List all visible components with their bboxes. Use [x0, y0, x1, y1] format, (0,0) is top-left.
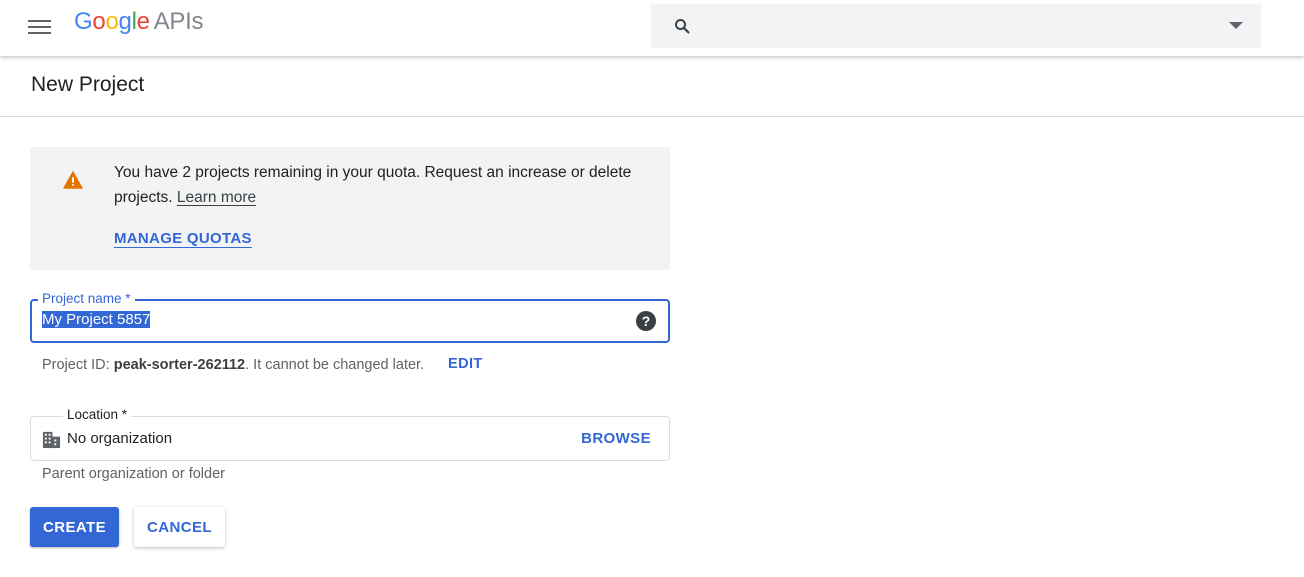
dropdown-arrow-icon[interactable]: [1229, 22, 1243, 29]
project-id-text: Project ID: peak-sorter-262112. It canno…: [42, 357, 425, 373]
help-icon[interactable]: ?: [636, 311, 656, 331]
location-value: No organization: [67, 430, 173, 447]
project-name-input[interactable]: My Project 5857: [42, 311, 151, 328]
warning-icon: [63, 171, 83, 189]
page-title: New Project: [31, 73, 145, 96]
page-header: New Project: [0, 56, 1304, 117]
location-helper-text: Parent organization or folder: [42, 466, 225, 482]
project-name-label: Project name *: [38, 291, 135, 306]
edit-project-id-link[interactable]: EDIT: [448, 356, 483, 372]
quota-message: You have 2 projects remaining in your qu…: [114, 164, 632, 206]
location-label: Location *: [63, 407, 132, 422]
cancel-button[interactable]: CANCEL: [134, 507, 225, 547]
search-bar[interactable]: [651, 4, 1261, 48]
search-input[interactable]: [703, 14, 1203, 38]
create-button[interactable]: CREATE: [30, 507, 119, 547]
search-icon: [675, 19, 690, 34]
quota-notice: You have 2 projects remaining in your qu…: [30, 147, 670, 270]
project-id-value: peak-sorter-262112: [113, 357, 246, 373]
project-name-field[interactable]: Project name * My Project 5857 ?: [30, 291, 670, 343]
manage-quotas-link[interactable]: MANAGE QUOTAS: [114, 230, 252, 247]
hamburger-menu-icon[interactable]: [22, 12, 56, 40]
location-field[interactable]: Location * No organization BROWSE: [30, 407, 670, 461]
learn-more-link[interactable]: Learn more: [177, 189, 256, 206]
top-app-bar: Google APIs: [0, 0, 1304, 56]
building-icon: [42, 431, 61, 449]
browse-button[interactable]: BROWSE: [581, 430, 651, 447]
google-apis-logo[interactable]: Google APIs: [74, 8, 203, 36]
